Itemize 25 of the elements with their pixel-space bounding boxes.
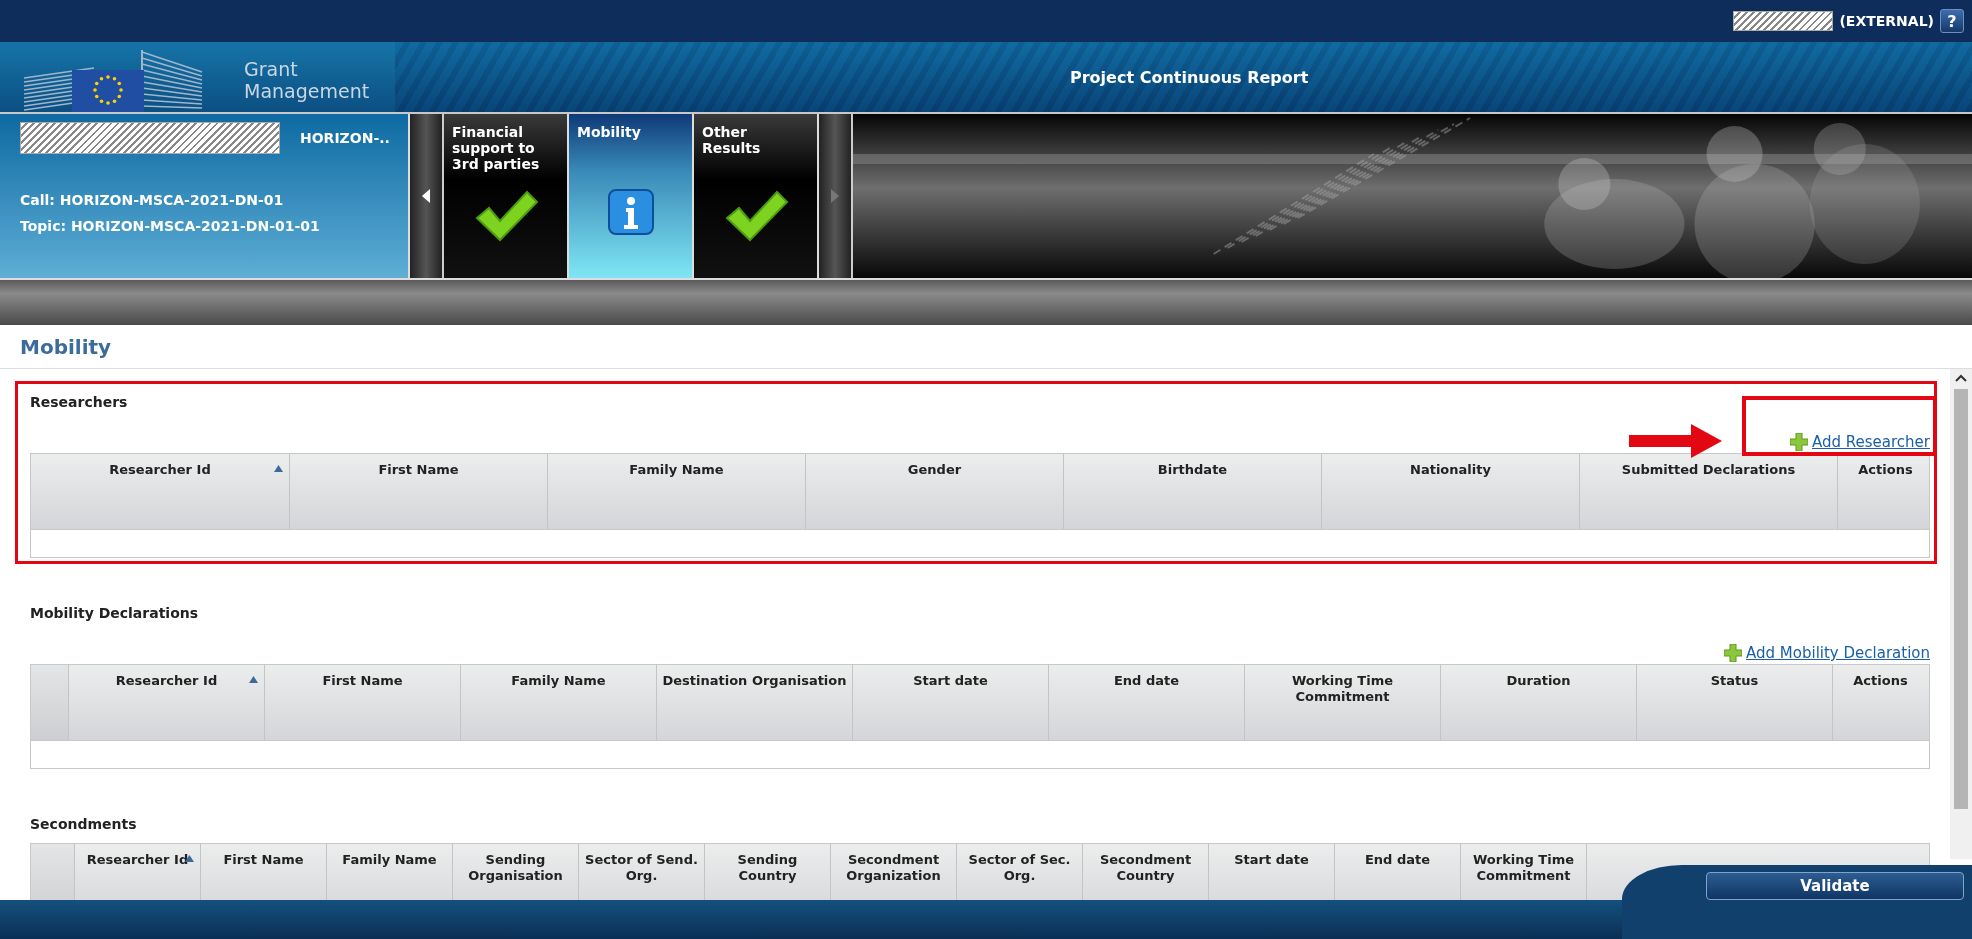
validate-button[interactable]: Validate xyxy=(1706,872,1964,900)
caret-icon xyxy=(421,188,431,204)
page-header-title: Project Continuous Report xyxy=(1070,67,1309,87)
caret-icon xyxy=(830,188,840,204)
add-link[interactable]: Add Researcher xyxy=(1790,433,1930,453)
plus-icon xyxy=(1724,644,1743,662)
section-title: Mobility Declarations xyxy=(30,605,199,621)
column-header[interactable]: Researcher Id xyxy=(31,454,289,529)
add-link[interactable]: Add Mobility Declaration xyxy=(1724,644,1930,664)
section-title: Researchers xyxy=(30,394,128,410)
step-tab[interactable]: Mobility xyxy=(569,114,694,278)
plus-icon xyxy=(1790,433,1808,451)
scroll-left-button[interactable] xyxy=(410,114,444,278)
page-title: Mobility xyxy=(20,334,112,359)
help-button[interactable]: ? xyxy=(1940,9,1964,33)
scroll-right-button[interactable] xyxy=(819,114,853,278)
project-acronym: HORIZON-.. xyxy=(300,130,390,146)
call-label: Call: HORIZON-MSCA-2021-DN-01 xyxy=(20,192,285,208)
user-role: (EXTERNAL) xyxy=(1839,13,1934,29)
brand-name: Grant Management xyxy=(244,58,370,104)
section-title: Secondments xyxy=(30,816,137,832)
step-tab[interactable]: Financial support to 3rd parties xyxy=(444,114,569,278)
step-tab[interactable]: Other Results xyxy=(694,114,819,278)
arrow-icon xyxy=(1629,424,1722,458)
topic-label: Topic: HORIZON-MSCA-2021-DN-01-01 xyxy=(20,218,321,234)
